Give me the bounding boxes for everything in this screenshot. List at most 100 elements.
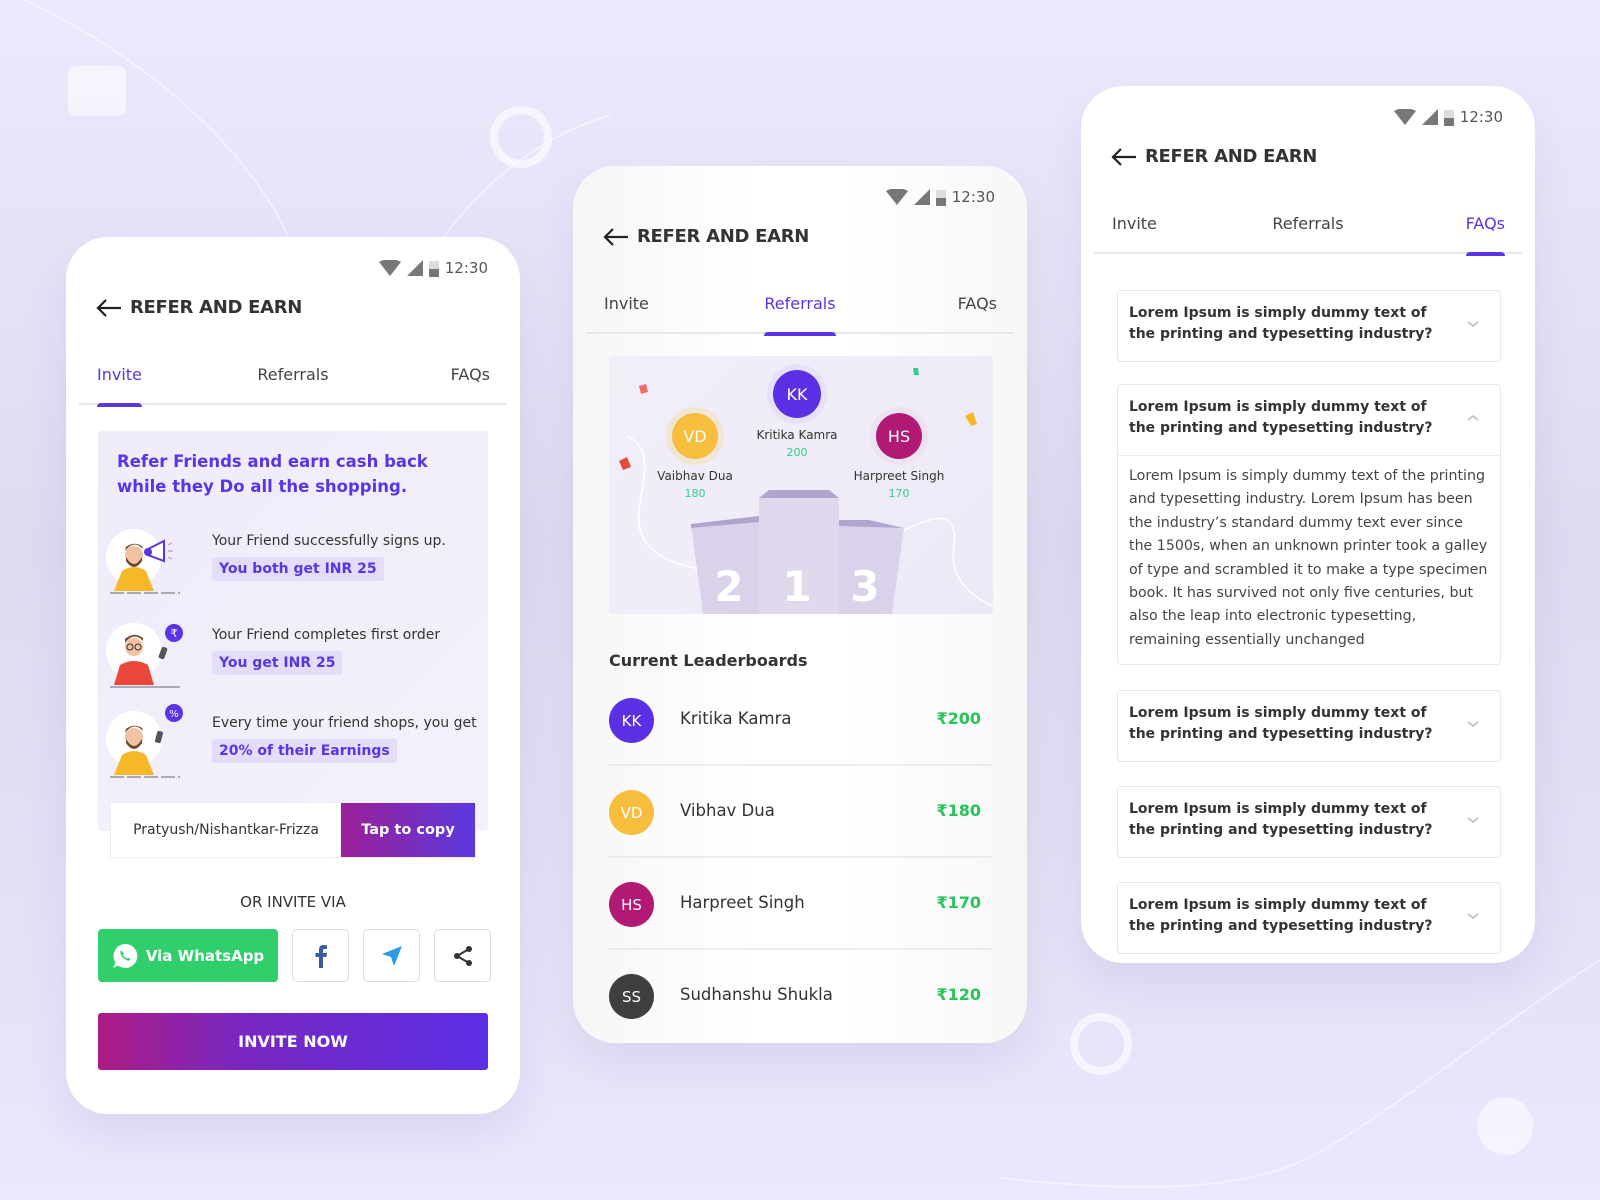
wifi-icon bbox=[1393, 109, 1416, 125]
reward-badge: You get INR 25 bbox=[212, 651, 343, 675]
facebook-icon bbox=[315, 944, 327, 968]
avatar: HS bbox=[609, 882, 654, 927]
confetti bbox=[913, 368, 919, 375]
battery-icon bbox=[428, 260, 439, 277]
wifi-icon bbox=[885, 189, 908, 205]
back-arrow-icon[interactable] bbox=[1111, 147, 1137, 167]
rupee-person-illustration: ₹ bbox=[106, 623, 183, 688]
copy-code-button[interactable]: Tap to copy bbox=[341, 803, 475, 857]
faq-question[interactable]: Lorem Ipsum is simply dummy text of the … bbox=[1118, 883, 1500, 953]
leaderboard-row[interactable]: SS Sudhanshu Shukla ₹120 bbox=[609, 950, 993, 1042]
step-description: Your Friend completes first order bbox=[212, 627, 441, 643]
status-time: 12:30 bbox=[1459, 108, 1503, 126]
confetti bbox=[639, 384, 648, 394]
back-arrow-icon[interactable] bbox=[603, 227, 629, 247]
promo-headline: Refer Friends and earn cash back while t… bbox=[117, 452, 428, 496]
podium-avatar-second[interactable]: VD bbox=[672, 413, 718, 459]
megaphone-person-illustration bbox=[106, 529, 180, 594]
referrer-name: Harpreet Singh bbox=[680, 893, 805, 912]
reward-badge: 20% of their Earnings bbox=[212, 739, 397, 763]
faq-item: Lorem Ipsum is simply dummy text of the … bbox=[1117, 690, 1501, 762]
more-share-button[interactable] bbox=[434, 929, 491, 982]
tab-bar: Invite Referrals FAQs bbox=[586, 276, 1014, 336]
faq-question[interactable]: Lorem Ipsum is simply dummy text of the … bbox=[1118, 291, 1500, 361]
tab-bar: Invite Referrals FAQs bbox=[1094, 196, 1522, 256]
podium-score-second: 180 bbox=[684, 487, 706, 500]
podium-name-first: Kritika Kamra bbox=[756, 428, 838, 442]
app-title: REFER AND EARN bbox=[130, 297, 303, 318]
faq-question[interactable]: Lorem Ipsum is simply dummy text of the … bbox=[1118, 385, 1500, 455]
status-bar: 12:30 bbox=[885, 188, 995, 206]
podium-name-third: Harpreet Singh bbox=[853, 469, 945, 483]
leaderboard-row[interactable]: HS Harpreet Singh ₹170 bbox=[609, 858, 993, 950]
faq-answer: Lorem Ipsum is simply dummy text of the … bbox=[1118, 455, 1500, 664]
podium-rank-3: 3 bbox=[850, 562, 879, 611]
chevron-down-icon bbox=[1467, 913, 1479, 919]
active-tab-indicator bbox=[764, 332, 836, 336]
back-arrow-icon[interactable] bbox=[96, 298, 122, 318]
referral-code[interactable]: Pratyush/Nishantkar-Frizza bbox=[111, 803, 341, 857]
step-description: Every time your friend shops, you get bbox=[212, 715, 477, 731]
tab-referrals[interactable]: Referrals bbox=[586, 294, 1014, 336]
app-title: REFER AND EARN bbox=[1145, 146, 1318, 167]
avatar: KK bbox=[609, 698, 654, 743]
tab-referrals[interactable]: Referrals bbox=[1094, 214, 1522, 233]
status-bar: 12:30 bbox=[378, 259, 488, 277]
podium-avatar-first[interactable]: KK bbox=[773, 370, 821, 418]
referral-code-box: Pratyush/Nishantkar-Frizza Tap to copy bbox=[110, 802, 476, 858]
confetti bbox=[619, 457, 631, 470]
active-tab-indicator bbox=[1465, 252, 1505, 256]
status-time: 12:30 bbox=[951, 188, 995, 206]
phone-faqs-screen: 12:30 REFER AND EARN Invite Referrals FA… bbox=[1081, 86, 1535, 963]
telegram-share-button[interactable] bbox=[363, 929, 420, 982]
podium-score-first: 200 bbox=[786, 446, 808, 459]
phone-referrals-screen: 12:30 REFER AND EARN Invite Referrals FA… bbox=[573, 166, 1027, 1043]
podium-rank-2: 2 bbox=[714, 562, 743, 611]
podium-avatar-third[interactable]: HS bbox=[876, 413, 922, 459]
facebook-share-button[interactable] bbox=[292, 929, 349, 982]
referrer-name: Vibhav Dua bbox=[680, 801, 775, 820]
chevron-down-icon bbox=[1467, 321, 1479, 327]
tab-bar: Invite Referrals FAQs bbox=[79, 347, 507, 407]
whatsapp-label: Via WhatsApp bbox=[145, 946, 265, 965]
chevron-up-icon bbox=[1467, 415, 1479, 421]
reward-step: ₹ Your Friend completes first order You … bbox=[104, 613, 484, 693]
faq-item-expanded: Lorem Ipsum is simply dummy text of the … bbox=[1117, 384, 1501, 666]
phone-invite-screen: 12:30 REFER AND EARN Invite Referrals FA… bbox=[66, 237, 520, 1114]
battery-icon bbox=[935, 189, 946, 206]
referrer-earnings: ₹180 bbox=[936, 801, 981, 820]
leaderboard-row[interactable]: VD Vibhav Dua ₹180 bbox=[609, 766, 993, 858]
whatsapp-invite-button[interactable]: Via WhatsApp bbox=[98, 929, 278, 982]
tab-faqs[interactable]: FAQs bbox=[451, 365, 490, 384]
signal-icon bbox=[1421, 109, 1438, 125]
podium-rank-1: 1 bbox=[782, 562, 811, 611]
battery-icon bbox=[1443, 109, 1454, 126]
chevron-down-icon bbox=[1467, 817, 1479, 823]
faq-item: Lorem Ipsum is simply dummy text of the … bbox=[1117, 786, 1501, 858]
whatsapp-icon bbox=[112, 943, 138, 968]
or-invite-label: OR INVITE VIA bbox=[240, 893, 346, 911]
avatar: VD bbox=[609, 790, 654, 835]
leaderboard-row[interactable]: KK Kritika Kamra ₹200 bbox=[609, 674, 993, 766]
app-title: REFER AND EARN bbox=[637, 226, 810, 247]
tab-faqs[interactable]: FAQs bbox=[1465, 214, 1505, 256]
reward-step: Your Friend successfully signs up. You b… bbox=[104, 519, 484, 599]
referrer-earnings: ₹200 bbox=[936, 709, 981, 728]
podium-score-third: 170 bbox=[888, 487, 910, 500]
status-bar: 12:30 bbox=[1393, 108, 1503, 126]
referrer-earnings: ₹120 bbox=[936, 985, 981, 1004]
referrer-name: Kritika Kamra bbox=[680, 709, 792, 728]
faq-question[interactable]: Lorem Ipsum is simply dummy text of the … bbox=[1118, 787, 1500, 857]
step-description: Your Friend successfully signs up. bbox=[212, 533, 446, 549]
referrer-name: Sudhanshu Shukla bbox=[680, 985, 833, 1004]
tab-referrals[interactable]: Referrals bbox=[79, 365, 507, 384]
podium-name-second: Vaibhav Dua bbox=[657, 469, 733, 483]
confetti bbox=[965, 412, 977, 426]
referral-info-card: Refer Friends and earn cash back while t… bbox=[98, 431, 488, 831]
invite-now-button[interactable]: INVITE NOW bbox=[98, 1013, 488, 1070]
avatar: SS bbox=[609, 974, 654, 1019]
tab-faqs[interactable]: FAQs bbox=[958, 294, 997, 313]
faq-question[interactable]: Lorem Ipsum is simply dummy text of the … bbox=[1118, 691, 1500, 761]
active-tab-indicator bbox=[97, 403, 142, 407]
reward-badge: You both get INR 25 bbox=[212, 557, 384, 581]
